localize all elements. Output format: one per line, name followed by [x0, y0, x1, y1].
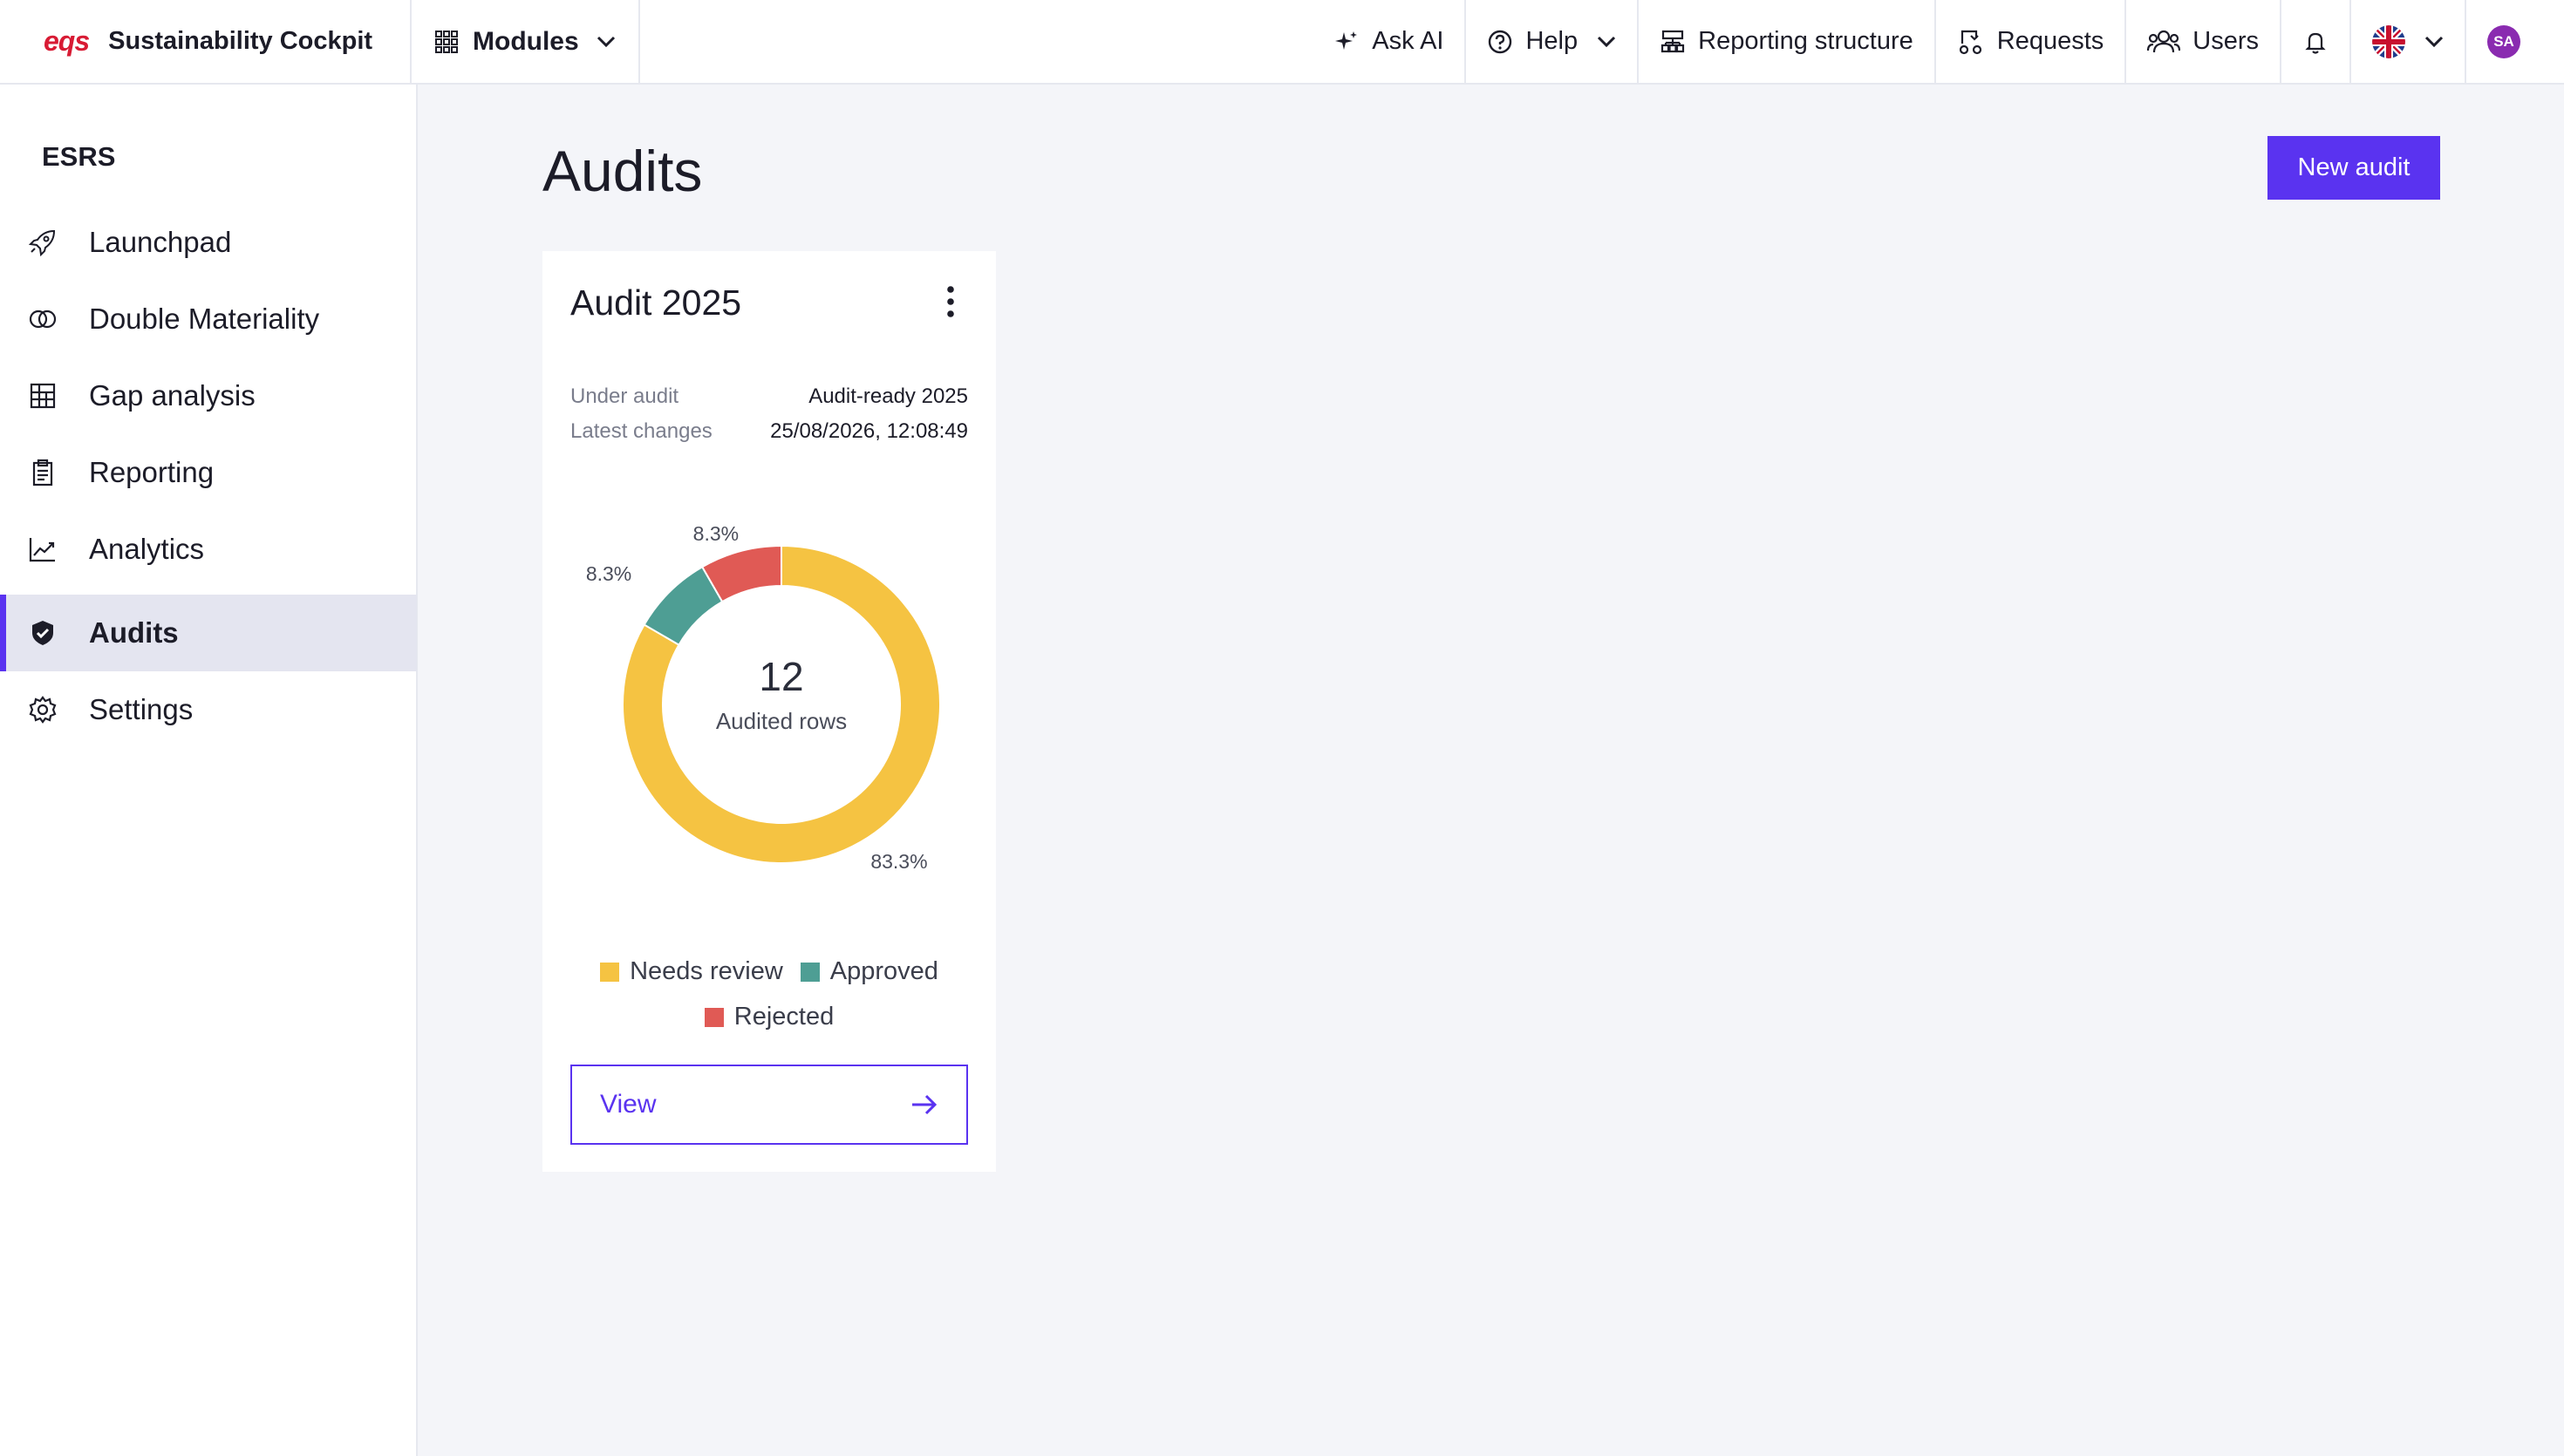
sparkle-icon: [1335, 31, 1358, 50]
sidebar-item-label: Double Materiality: [89, 303, 320, 335]
legend-item[interactable]: Approved: [800, 957, 938, 986]
shield-check-icon: [32, 621, 53, 645]
audited-rows-count: 12: [759, 654, 803, 699]
sidebar-item-label: Audits: [89, 616, 179, 649]
latest-changes-value: 25/08/2026, 12:08:49: [770, 419, 968, 443]
ask-ai-button[interactable]: Ask AI: [1313, 0, 1467, 83]
ask-ai-label: Ask AI: [1372, 27, 1444, 55]
sidebar: ESRS Launchpad Double Materiality Gap an…: [0, 85, 418, 1456]
line-chart-icon: [29, 538, 55, 562]
language-selector[interactable]: [2351, 0, 2466, 83]
page-title: Audits: [542, 139, 703, 203]
audit-card-title: Audit 2025: [570, 282, 742, 323]
user-menu[interactable]: SA: [2466, 0, 2564, 83]
requests-button[interactable]: Requests: [1936, 0, 2127, 83]
grid-dots-icon: [435, 30, 458, 53]
under-audit-label: Under audit: [570, 384, 679, 408]
more-vertical-icon[interactable]: [944, 284, 958, 319]
clipboard-icon: [32, 459, 53, 486]
legend-swatch: [800, 962, 820, 982]
audit-card: Audit 2025 Under audit Audit-ready 2025 …: [542, 251, 996, 1172]
help-circle-icon: [1489, 30, 1512, 53]
sidebar-item-double-materiality[interactable]: Double Materiality: [0, 281, 417, 357]
sidebar-item-gap-analysis[interactable]: Gap analysis: [0, 357, 417, 434]
legend-label: Rejected: [733, 1003, 835, 1031]
sidebar-item-label: Reporting: [89, 456, 215, 488]
sidebar-item-launchpad[interactable]: Launchpad: [0, 204, 417, 281]
top-bar: EQS Sustainability Cockpit Modules Ask A…: [0, 0, 2564, 85]
arrow-right-icon: [912, 1094, 938, 1115]
sidebar-section-title: ESRS: [42, 141, 116, 172]
chevron-down-icon: [597, 36, 615, 47]
bell-icon: [2305, 32, 2326, 54]
latest-changes-label: Latest changes: [570, 419, 713, 443]
sidebar-item-label: Launchpad: [89, 226, 232, 258]
view-audit-button[interactable]: View: [570, 1065, 968, 1145]
uk-flag-icon: [2372, 24, 2405, 58]
sidebar-item-analytics[interactable]: Analytics: [0, 511, 417, 588]
sidebar-item-reporting[interactable]: Reporting: [0, 434, 417, 511]
donut-data-label: 8.3%: [586, 562, 631, 585]
view-label: View: [600, 1090, 657, 1119]
chevron-down-icon: [1598, 36, 1616, 47]
app-title: Sustainability Cockpit: [108, 27, 373, 55]
new-audit-button[interactable]: New audit: [2267, 136, 2440, 200]
legend-item[interactable]: Rejected: [704, 1003, 835, 1031]
audited-rows-label: Audited rows: [716, 708, 847, 734]
avatar: SA: [2487, 24, 2520, 58]
gear-icon: [29, 696, 57, 724]
modules-menu[interactable]: Modules: [410, 0, 640, 83]
grid-table-icon: [30, 383, 56, 409]
help-menu[interactable]: Help: [1466, 0, 1640, 83]
legend-label: Needs review: [630, 957, 783, 985]
legend-label: Approved: [829, 957, 938, 985]
notifications-button[interactable]: [2281, 0, 2351, 83]
audit-status-donut-chart: 83.3% 8.3% 8.3% 12 Audited rows: [586, 522, 941, 873]
donut-data-label: 83.3%: [870, 850, 927, 873]
eqs-logo: EQS: [44, 25, 90, 57]
double-circle-icon: [29, 310, 57, 329]
legend-swatch: [600, 962, 620, 982]
sidebar-item-label: Gap analysis: [89, 379, 256, 412]
sidebar-item-label: Analytics: [89, 533, 205, 565]
under-audit-value: Audit-ready 2025: [808, 384, 968, 408]
sidebar-item-audits[interactable]: Audits: [0, 595, 417, 671]
users-button[interactable]: Users: [2126, 0, 2281, 83]
sidebar-item-label: Settings: [89, 693, 194, 725]
help-label: Help: [1525, 27, 1579, 55]
users-icon: [2147, 30, 2181, 52]
reporting-structure-button[interactable]: Reporting structure: [1639, 0, 1936, 83]
legend-item[interactable]: Needs review: [600, 957, 783, 986]
hierarchy-icon: [1661, 30, 1685, 52]
under-audit-row: Under audit Audit-ready 2025: [570, 384, 968, 409]
requests-icon: [1959, 30, 1981, 54]
modules-label: Modules: [473, 26, 579, 56]
legend-swatch: [704, 1007, 724, 1027]
rocket-icon: [28, 229, 56, 257]
reporting-structure-label: Reporting structure: [1698, 27, 1913, 55]
users-label: Users: [2192, 27, 2259, 55]
latest-changes-row: Latest changes 25/08/2026, 12:08:49: [570, 419, 968, 444]
chart-legend-row-1: Needs review Approved: [542, 957, 996, 986]
chart-legend-row-2: Rejected: [542, 1003, 996, 1031]
chevron-down-icon: [2424, 36, 2444, 47]
requests-label: Requests: [1996, 27, 2104, 55]
brand[interactable]: EQS Sustainability Cockpit: [0, 0, 410, 83]
donut-data-label: 8.3%: [693, 522, 739, 545]
sidebar-item-settings[interactable]: Settings: [0, 671, 417, 748]
